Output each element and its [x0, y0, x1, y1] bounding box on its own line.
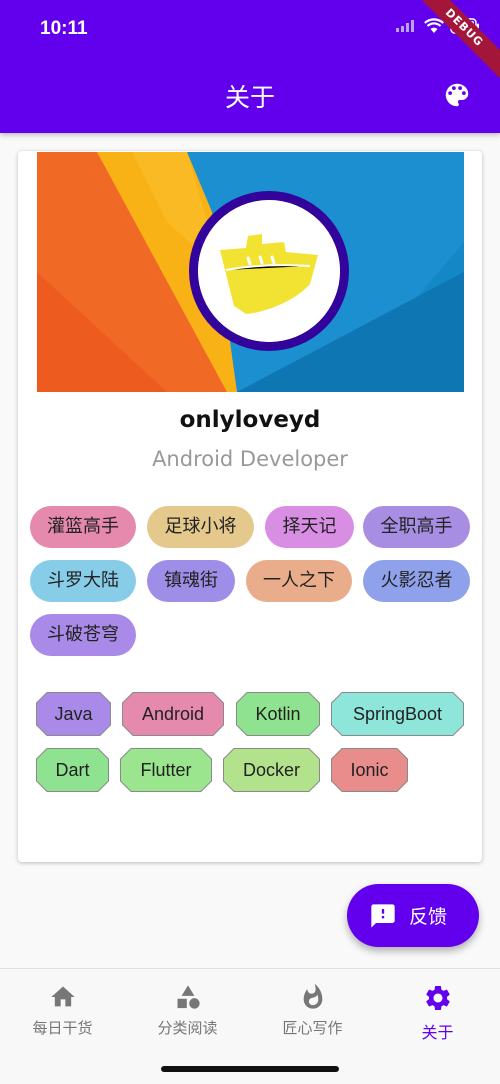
skill-tag[interactable]: Android: [122, 692, 224, 736]
debug-banner: DEBUG: [407, 0, 500, 85]
nav-item-writing[interactable]: 匠心写作: [250, 983, 375, 1038]
interest-tag[interactable]: 镇魂街: [147, 560, 235, 602]
nav-item-about[interactable]: 关于: [375, 983, 500, 1043]
interest-tag[interactable]: 斗罗大陆: [30, 560, 136, 602]
skill-tag-label: Dart: [55, 760, 90, 780]
feedback-button[interactable]: 反馈: [347, 884, 479, 947]
interest-tag[interactable]: 全职高手: [363, 506, 470, 548]
profile-banner: [37, 152, 464, 392]
skill-tag[interactable]: Kotlin: [236, 692, 320, 736]
skill-tag-label: SpringBoot: [352, 704, 443, 724]
interest-tag[interactable]: 一人之下: [246, 560, 352, 602]
app-bar: 10:11 DEBUG 关于: [0, 0, 500, 133]
flame-icon: [303, 983, 322, 1009]
skill-tag-label: Docker: [242, 760, 300, 780]
avatar: [189, 191, 349, 351]
skill-tag[interactable]: Ionic: [331, 748, 408, 792]
skill-tag-label: Ionic: [350, 760, 389, 780]
signal-icon: [396, 20, 414, 32]
nav-label: 分类阅读: [157, 1019, 218, 1037]
skill-tag[interactable]: Docker: [223, 748, 320, 792]
wifi-icon: [424, 18, 444, 33]
nav-label: 关于: [421, 1023, 454, 1042]
interest-tag[interactable]: 火影忍者: [363, 560, 470, 602]
interest-tag[interactable]: 灌篮高手: [30, 506, 136, 548]
feedback-icon: [371, 903, 395, 928]
nav-label: 每日干货: [32, 1019, 93, 1037]
palette-button[interactable]: [442, 80, 472, 110]
profile-name: onlyloveyd: [179, 407, 321, 433]
status-time: 10:11: [40, 18, 88, 39]
settings-icon: [425, 986, 450, 1010]
skill-tag-label: Android: [141, 704, 205, 724]
profile-card: onlyloveyd Android Developer 灌篮高手 足球小将 择…: [18, 151, 482, 862]
skill-tag[interactable]: Java: [36, 692, 111, 736]
nav-item-daily[interactable]: 每日干货: [0, 983, 125, 1038]
home-indicator: [161, 1066, 339, 1072]
skill-tag-label: Flutter: [140, 760, 192, 780]
nav-item-category[interactable]: 分类阅读: [125, 983, 250, 1038]
feedback-label: 反馈: [409, 906, 448, 928]
profile-role: Android Developer: [152, 447, 348, 471]
skill-tag[interactable]: Flutter: [120, 748, 212, 792]
skill-tag[interactable]: SpringBoot: [331, 692, 464, 736]
skill-tag-label: Java: [54, 704, 93, 724]
ship-icon: [198, 200, 340, 342]
page-title: 关于: [224, 83, 275, 112]
interest-tag[interactable]: 择天记: [265, 506, 354, 548]
skill-tag[interactable]: Dart: [36, 748, 109, 792]
palette-icon: [445, 83, 469, 107]
skill-tag-label: Kotlin: [255, 704, 301, 724]
nav-label: 匠心写作: [282, 1019, 343, 1037]
interest-tag[interactable]: 斗破苍穹: [30, 614, 136, 656]
interest-tag[interactable]: 足球小将: [147, 506, 254, 548]
home-icon: [50, 986, 75, 1007]
category-icon: [177, 985, 200, 1009]
